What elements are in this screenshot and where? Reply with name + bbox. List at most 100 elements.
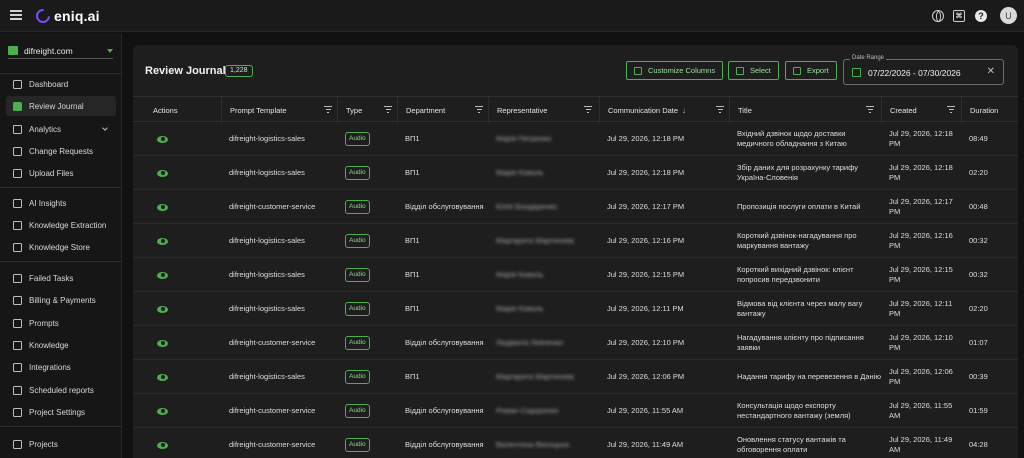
ai-insights-icon (13, 198, 22, 208)
sidebar-item-upload-files[interactable]: Upload Files (6, 163, 116, 183)
table-row[interactable]: difreight-logistics-sales Audio ВП1 Марія К… (133, 258, 1018, 292)
table-row[interactable]: difreight-customer-service Audio Відділ об… (133, 326, 1018, 360)
sidebar-item-dashboard[interactable]: Dashboard (6, 74, 116, 94)
avatar[interactable]: U (1000, 7, 1017, 24)
cell-duration: 01:07 (969, 338, 988, 347)
eye-icon[interactable] (157, 169, 168, 177)
sidebar-item-review-journal[interactable]: Review Journal (6, 96, 116, 116)
cell-duration: 00:39 (969, 372, 988, 381)
org-selector[interactable]: difreight.com (8, 43, 113, 59)
eye-icon[interactable] (157, 305, 168, 313)
eye-icon[interactable] (157, 271, 168, 279)
column-header-representative[interactable]: Representative (488, 97, 598, 123)
view-action[interactable] (145, 326, 221, 360)
translate-icon[interactable]: ⌘ (953, 10, 965, 22)
cell-representative: Марія Коваль (496, 270, 544, 279)
sidebar-item-change-requests[interactable]: Change Requests (6, 141, 116, 161)
eye-icon[interactable] (157, 339, 168, 347)
filter-icon[interactable] (947, 106, 955, 113)
cell-duration: 00:32 (969, 236, 988, 245)
menu-icon[interactable] (10, 10, 22, 20)
sidebar-item-label: Integrations (29, 362, 71, 372)
view-action[interactable] (145, 360, 221, 394)
cell-prompt-template: difreight-logistics-sales (229, 134, 305, 143)
view-action[interactable] (145, 122, 221, 156)
sidebar-item-analytics[interactable]: Analytics (6, 119, 116, 139)
date-range-picker[interactable]: Date Range 07/22/2026 - 07/30/2026 ✕ (843, 55, 1004, 85)
view-action[interactable] (145, 258, 221, 292)
sidebar-item-billing[interactable]: Billing & Payments (6, 290, 116, 310)
cell-prompt-template: difreight-logistics-sales (229, 372, 305, 381)
table-row[interactable]: difreight-logistics-sales Audio ВП1 Маргари… (133, 224, 1018, 258)
column-header-type[interactable]: Type (337, 97, 398, 123)
cell-title: Відмова від клієнта через малу вагу вант… (737, 299, 863, 318)
table-row[interactable]: difreight-logistics-sales Audio ВП1 Марія П… (133, 122, 1018, 156)
column-header-communication-date[interactable]: Communication Date ↓ (599, 97, 730, 123)
date-range-label: Date Range (850, 55, 887, 61)
eye-icon[interactable] (157, 373, 168, 381)
eye-icon[interactable] (157, 203, 168, 211)
table-row[interactable]: difreight-customer-service Audio Відділ об… (133, 394, 1018, 428)
filter-icon[interactable] (475, 106, 483, 113)
view-action[interactable] (145, 224, 221, 258)
table-row[interactable]: difreight-logistics-sales Audio ВП1 Маргари… (133, 360, 1018, 394)
table-row[interactable]: difreight-logistics-sales Audio ВП1 Марія К… (133, 292, 1018, 326)
table-row[interactable]: difreight-logistics-sales Audio ВП1 Марія К… (133, 156, 1018, 190)
filter-icon[interactable] (866, 106, 874, 113)
sidebar-item-knowledge-extraction[interactable]: Knowledge Extraction (6, 215, 116, 235)
cell-duration: 01:59 (969, 406, 988, 415)
type-badge: Audio (345, 132, 370, 146)
table-body: difreight-logistics-sales Audio ВП1 Марія П… (133, 122, 1018, 458)
cell-communication-date: Jul 29, 2026, 11:55 AM (607, 406, 684, 415)
table-row[interactable]: difreight-customer-service Audio Відділ об… (133, 428, 1018, 458)
close-icon[interactable]: ✕ (987, 66, 995, 77)
eye-icon[interactable] (157, 407, 168, 415)
column-header-title[interactable]: Title (729, 97, 880, 123)
cell-prompt-template: difreight-logistics-sales (229, 236, 305, 245)
sidebar: difreight.com Dashboard Review Journal A… (0, 33, 122, 458)
help-icon[interactable]: ? (975, 10, 987, 22)
sidebar-item-integrations[interactable]: Integrations (6, 357, 116, 377)
filter-icon[interactable] (324, 106, 332, 113)
sidebar-item-knowledge[interactable]: Knowledge (6, 335, 116, 355)
globe-icon[interactable] (932, 10, 944, 22)
customize-columns-button[interactable]: Customize Columns (626, 61, 724, 80)
filter-icon[interactable] (384, 106, 392, 113)
view-action[interactable] (145, 156, 221, 190)
cell-title: Консультація щодо експорту нестандартног… (737, 401, 851, 420)
sidebar-item-knowledge-store[interactable]: Knowledge Store (6, 237, 116, 257)
view-action[interactable] (145, 190, 221, 224)
sidebar-item-label: Change Requests (29, 146, 94, 156)
column-header-department[interactable]: Department (397, 97, 489, 123)
sidebar-item-scheduled-reports[interactable]: Scheduled reports (6, 380, 116, 400)
logo-mark-icon (33, 6, 53, 26)
sidebar-item-projects[interactable]: Projects (6, 434, 116, 454)
sidebar-item-prompts[interactable]: Prompts (6, 313, 116, 333)
select-button[interactable]: Select (728, 61, 779, 80)
cell-prompt-template: difreight-logistics-sales (229, 270, 305, 279)
table-row[interactable]: difreight-customer-service Audio Відділ об… (133, 190, 1018, 224)
sidebar-item-label: Projects (29, 439, 58, 449)
filter-icon[interactable] (584, 106, 592, 113)
cell-communication-date: Jul 29, 2026, 11:49 AM (607, 440, 684, 449)
column-header-prompt-template[interactable]: Prompt Template (221, 97, 338, 123)
sidebar-item-project-settings[interactable]: Project Settings (6, 402, 116, 422)
eye-icon[interactable] (157, 237, 168, 245)
filter-icon[interactable] (716, 106, 724, 113)
sidebar-item-failed-tasks[interactable]: Failed Tasks (6, 268, 116, 288)
cell-duration: 04:28 (969, 440, 988, 449)
cell-created: Jul 29, 2026, 11:55 AM (889, 401, 953, 420)
view-action[interactable] (145, 428, 221, 458)
clock-icon (13, 385, 22, 395)
eye-icon[interactable] (157, 441, 168, 449)
column-header-created[interactable]: Created (881, 97, 961, 123)
eye-icon[interactable] (157, 135, 168, 143)
logo[interactable]: eniq.ai (33, 6, 100, 26)
cell-title: Нагадування клієнту про підписання заявк… (737, 333, 864, 352)
view-action[interactable] (145, 394, 221, 428)
export-button[interactable]: Export (785, 61, 837, 80)
sort-desc-icon[interactable]: ↓ (682, 106, 686, 115)
sidebar-item-ai-insights[interactable]: AI Insights (6, 193, 116, 213)
analytics-icon (13, 124, 22, 134)
view-action[interactable] (145, 292, 221, 326)
